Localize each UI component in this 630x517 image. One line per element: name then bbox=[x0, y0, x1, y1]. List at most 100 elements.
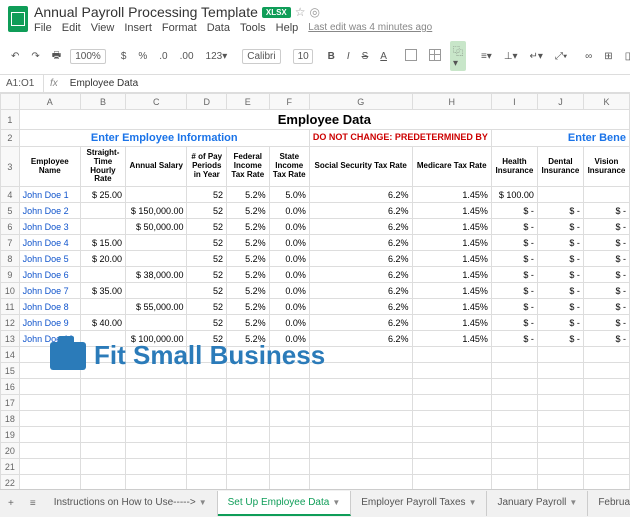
cell[interactable] bbox=[269, 443, 309, 459]
col-H[interactable]: H bbox=[412, 94, 491, 110]
merge-button[interactable]: ⿻▾ bbox=[450, 41, 466, 71]
cell[interactable] bbox=[269, 411, 309, 427]
cell-state[interactable]: 0.0% bbox=[269, 299, 309, 315]
row-head[interactable]: 20 bbox=[1, 443, 20, 459]
row-head[interactable]: 19 bbox=[1, 427, 20, 443]
cell-periods[interactable]: 52 bbox=[187, 331, 227, 347]
cell[interactable] bbox=[227, 363, 270, 379]
cell[interactable] bbox=[412, 411, 491, 427]
cell[interactable] bbox=[309, 363, 412, 379]
cell-periods[interactable]: 52 bbox=[187, 203, 227, 219]
cell-ss[interactable]: 6.2% bbox=[309, 331, 412, 347]
cell-name[interactable]: John Doe 7 bbox=[19, 283, 80, 299]
cell-name[interactable]: John Doe 9 bbox=[19, 315, 80, 331]
halign-button[interactable]: ≡▾ bbox=[478, 49, 495, 64]
cell-dental[interactable] bbox=[537, 187, 583, 203]
cell-rate[interactable]: $ 40.00 bbox=[80, 315, 125, 331]
cell-name[interactable]: John Doe 5 bbox=[19, 251, 80, 267]
row-head[interactable]: 8 bbox=[1, 251, 20, 267]
cell[interactable] bbox=[187, 395, 227, 411]
hdr-annual-salary[interactable]: Annual Salary bbox=[125, 147, 187, 187]
cell[interactable] bbox=[537, 379, 583, 395]
cell[interactable] bbox=[80, 379, 125, 395]
cell-dental[interactable]: $ - bbox=[537, 331, 583, 347]
cell[interactable] bbox=[412, 395, 491, 411]
chart-icon[interactable]: ◫ bbox=[622, 49, 630, 64]
cell[interactable] bbox=[187, 363, 227, 379]
row-head[interactable]: 18 bbox=[1, 411, 20, 427]
cell-health[interactable]: $ - bbox=[491, 235, 537, 251]
cell-periods[interactable]: 52 bbox=[187, 267, 227, 283]
cell-state[interactable]: 0.0% bbox=[269, 251, 309, 267]
cell-name[interactable]: John Doe 4 bbox=[19, 235, 80, 251]
cell-ss[interactable]: 6.2% bbox=[309, 219, 412, 235]
cell-state[interactable]: 0.0% bbox=[269, 267, 309, 283]
cell[interactable] bbox=[269, 347, 309, 363]
cell[interactable] bbox=[80, 443, 125, 459]
cell[interactable] bbox=[412, 427, 491, 443]
cell-salary[interactable] bbox=[125, 235, 187, 251]
cell[interactable] bbox=[19, 459, 80, 475]
cell-name[interactable]: John Doe 8 bbox=[19, 299, 80, 315]
cell-ss[interactable]: 6.2% bbox=[309, 251, 412, 267]
redo-icon[interactable]: ↷ bbox=[28, 49, 42, 64]
cell-dental[interactable]: $ - bbox=[537, 315, 583, 331]
row-head[interactable]: 13 bbox=[1, 331, 20, 347]
add-sheet-button[interactable]: + bbox=[0, 498, 22, 509]
cell[interactable] bbox=[125, 347, 187, 363]
cell-name[interactable]: John Doe 2 bbox=[19, 203, 80, 219]
cell-salary[interactable] bbox=[125, 187, 187, 203]
cell[interactable] bbox=[80, 459, 125, 475]
row-head-2[interactable]: 2 bbox=[1, 130, 20, 147]
cell-salary[interactable]: $ 100,000.00 bbox=[125, 331, 187, 347]
cell-med[interactable]: 1.45% bbox=[412, 267, 491, 283]
cell[interactable] bbox=[537, 443, 583, 459]
cell[interactable] bbox=[491, 411, 537, 427]
cell[interactable] bbox=[19, 347, 80, 363]
row-head[interactable]: 15 bbox=[1, 363, 20, 379]
cell[interactable] bbox=[227, 411, 270, 427]
sheet-tab[interactable]: February Payroll▼ bbox=[588, 491, 630, 516]
cell-health[interactable]: $ - bbox=[491, 251, 537, 267]
cell-salary[interactable]: $ 50,000.00 bbox=[125, 219, 187, 235]
font-select[interactable]: Calibri bbox=[242, 49, 280, 64]
cell-ss[interactable]: 6.2% bbox=[309, 315, 412, 331]
cell[interactable] bbox=[19, 443, 80, 459]
cell-med[interactable]: 1.45% bbox=[412, 251, 491, 267]
menu-file[interactable]: File bbox=[34, 22, 52, 34]
row-head-3[interactable]: 3 bbox=[1, 147, 20, 187]
cell-periods[interactable]: 52 bbox=[187, 235, 227, 251]
cell-rate[interactable] bbox=[80, 331, 125, 347]
cell-vision[interactable]: $ - bbox=[583, 299, 629, 315]
cell[interactable] bbox=[491, 395, 537, 411]
cell-name[interactable]: John Doe 10 bbox=[19, 331, 80, 347]
enter-benefits[interactable]: Enter Bene bbox=[491, 130, 629, 147]
cell-rate[interactable] bbox=[80, 203, 125, 219]
name-box[interactable]: A1:O1 bbox=[0, 75, 44, 92]
cell-health[interactable]: $ - bbox=[491, 315, 537, 331]
cell-periods[interactable]: 52 bbox=[187, 187, 227, 203]
menu-insert[interactable]: Insert bbox=[124, 22, 152, 34]
text-color-button[interactable]: A bbox=[377, 49, 390, 64]
cell[interactable] bbox=[19, 411, 80, 427]
cell-state[interactable]: 5.0% bbox=[269, 187, 309, 203]
cell[interactable] bbox=[537, 395, 583, 411]
cell-periods[interactable]: 52 bbox=[187, 315, 227, 331]
cell[interactable] bbox=[19, 427, 80, 443]
cell[interactable] bbox=[537, 411, 583, 427]
row-head[interactable]: 7 bbox=[1, 235, 20, 251]
hdr-fed-tax[interactable]: Federal Income Tax Rate bbox=[227, 147, 270, 187]
cell-med[interactable]: 1.45% bbox=[412, 203, 491, 219]
cell[interactable] bbox=[19, 395, 80, 411]
cell[interactable] bbox=[125, 427, 187, 443]
col-K[interactable]: K bbox=[583, 94, 629, 110]
col-A[interactable]: A bbox=[19, 94, 80, 110]
font-size[interactable]: 10 bbox=[293, 49, 313, 64]
cell[interactable] bbox=[187, 443, 227, 459]
row-head[interactable]: 11 bbox=[1, 299, 20, 315]
hdr-pay-periods[interactable]: # of Pay Periods in Year bbox=[187, 147, 227, 187]
cell-fed[interactable]: 5.2% bbox=[227, 267, 270, 283]
row-head-1[interactable]: 1 bbox=[1, 110, 20, 130]
cell[interactable] bbox=[125, 395, 187, 411]
cell[interactable] bbox=[491, 379, 537, 395]
